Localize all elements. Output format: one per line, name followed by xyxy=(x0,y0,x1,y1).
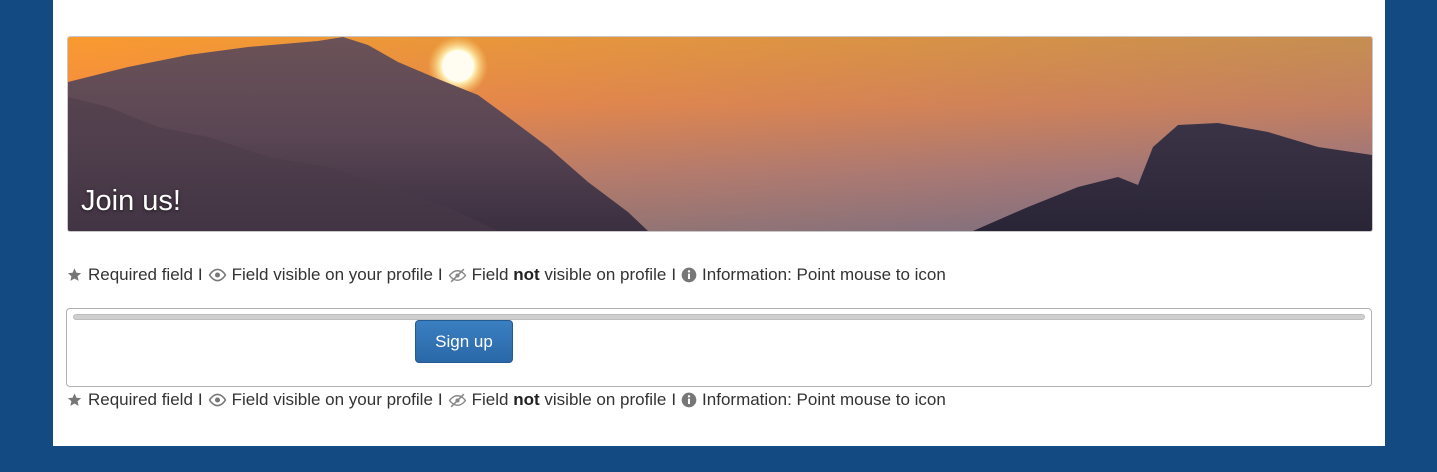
legend-separator: I xyxy=(197,265,203,284)
eye-icon xyxy=(208,268,227,282)
legend-not-visible-suffix: visible on profile xyxy=(544,390,667,409)
eye-icon xyxy=(208,393,227,407)
header-banner: Join us! xyxy=(67,36,1373,232)
legend-required-label: Required field xyxy=(88,390,193,409)
star-icon xyxy=(66,392,83,408)
info-icon xyxy=(681,392,697,408)
eye-slash-icon xyxy=(448,393,467,408)
legend-separator: I xyxy=(437,265,443,284)
sunset-mountain-image xyxy=(68,37,1372,231)
legend-information-label: Information: Point mouse to icon xyxy=(702,265,946,284)
info-icon xyxy=(681,267,697,283)
legend-not-visible-prefix: Field xyxy=(471,390,509,409)
legend-information-label: Information: Point mouse to icon xyxy=(702,390,946,409)
field-legend-top: Required field I Field visible on your p… xyxy=(66,265,946,285)
progress-bar xyxy=(73,314,1365,320)
page-container: Join us! Required field I Field visible … xyxy=(53,0,1385,446)
legend-not-visible-bold: not xyxy=(513,390,540,409)
legend-not-visible-suffix: visible on profile xyxy=(544,265,667,284)
star-icon xyxy=(66,267,83,283)
legend-not-visible-bold: not xyxy=(513,265,540,284)
legend-separator: I xyxy=(671,265,677,284)
legend-visible-label: Field visible on your profile xyxy=(231,390,433,409)
signup-button[interactable]: Sign up xyxy=(415,320,513,363)
signup-form: Sign up xyxy=(66,308,1372,387)
legend-separator: I xyxy=(437,390,443,409)
banner-title: Join us! xyxy=(81,185,181,217)
field-legend-bottom: Required field I Field visible on your p… xyxy=(66,390,946,410)
legend-required-label: Required field xyxy=(88,265,193,284)
legend-visible-label: Field visible on your profile xyxy=(231,265,433,284)
legend-separator: I xyxy=(197,390,203,409)
legend-not-visible-prefix: Field xyxy=(471,265,509,284)
legend-separator: I xyxy=(671,390,677,409)
eye-slash-icon xyxy=(448,268,467,283)
